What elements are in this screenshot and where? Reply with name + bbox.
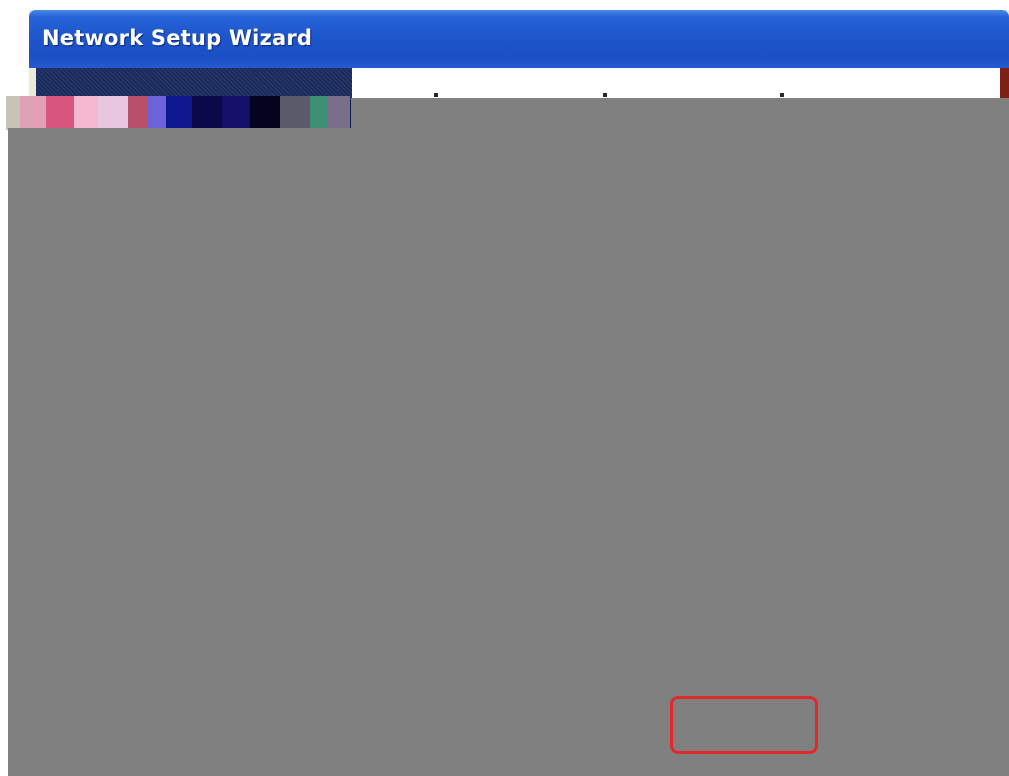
content-text-fragment [780, 93, 784, 97]
window-title: Network Setup Wizard [42, 26, 313, 50]
title-bar[interactable]: Network Setup Wizard [29, 10, 1009, 68]
content-text-fragment [603, 93, 607, 97]
redaction-overlay [8, 128, 1009, 776]
redaction-overlay [351, 98, 1009, 130]
highlighted-button-target[interactable] [670, 696, 818, 754]
content-text-fragment [434, 93, 438, 97]
wizard-banner-graphic [6, 96, 350, 130]
